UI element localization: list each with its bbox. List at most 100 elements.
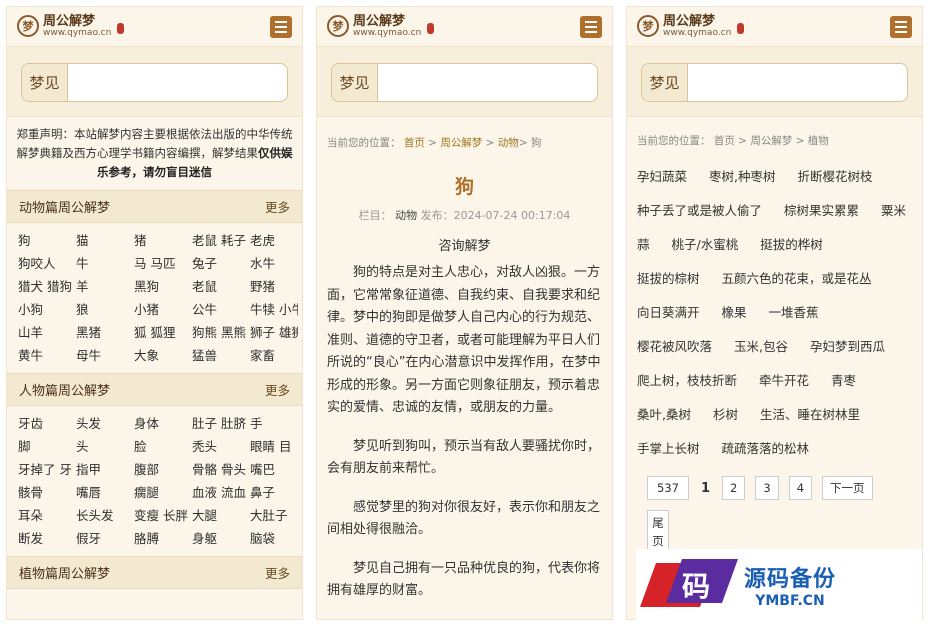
menu-button[interactable] [270,15,292,38]
dream-link[interactable]: 假牙 [76,527,134,550]
breadcrumb-home[interactable]: 首页 [714,135,735,147]
menu-button[interactable] [580,15,602,38]
breadcrumb-category[interactable]: 动物 [498,137,519,149]
search-input[interactable] [688,64,907,101]
breadcrumb-site[interactable]: 周公解梦 [440,137,482,149]
site-logo[interactable]: 梦 周公解梦 www.qymao.cn [17,15,125,38]
dream-link[interactable]: 胳膊 [134,527,192,550]
more-link[interactable]: 更多 [265,197,290,216]
dream-link[interactable]: 生活、睡在树林里 [760,404,860,423]
dream-link[interactable]: 蒜 [637,234,650,253]
dream-link[interactable]: 变瘦 长胖 [134,504,192,527]
dream-link[interactable]: 脑袋 [250,527,298,550]
dream-link[interactable]: 橡果 [722,302,747,321]
dream-link[interactable]: 断发 [18,527,76,550]
dream-link[interactable]: 黄牛 [18,344,76,367]
dream-link[interactable]: 瘸腿 [134,481,192,504]
dream-link[interactable]: 脚 [18,435,76,458]
dream-link[interactable]: 狼 [76,298,134,321]
dream-link[interactable]: 挺拔的棕树 [637,268,700,287]
dream-link[interactable]: 血液 流血 [192,481,250,504]
dream-link[interactable]: 枣树,种枣树 [709,166,775,185]
dream-link[interactable]: 牵牛开花 [759,370,809,389]
page-link[interactable]: 3 [755,476,779,500]
last-page-button[interactable]: 尾页 [647,510,669,554]
dream-link[interactable]: 狮子 雄狮 [250,321,298,344]
dream-link[interactable]: 棕树果实累累 [784,200,859,219]
dream-link[interactable]: 牙掉了 牙 [18,458,76,481]
more-link[interactable]: 更多 [265,563,290,582]
site-logo[interactable]: 梦 周公解梦 www.qymao.cn [637,15,745,38]
dream-link[interactable]: 肚子 肚脐 [192,412,250,435]
dream-link[interactable]: 大腿 [192,504,250,527]
dream-link[interactable]: 耳朵 [18,504,76,527]
dream-link[interactable]: 牙齿 [18,412,76,435]
dream-link[interactable]: 秃头 [192,435,250,458]
dream-link[interactable]: 一堆香蕉 [769,302,819,321]
dream-link[interactable]: 老虎 [250,229,298,252]
dream-link[interactable]: 羊 [76,275,134,298]
dream-link[interactable]: 黑狗 [134,275,192,298]
dream-link[interactable]: 折断樱花树枝 [798,166,873,185]
dream-link[interactable]: 马 马匹 [134,252,192,275]
dream-link[interactable]: 挺拔的桦树 [760,234,823,253]
breadcrumb-site[interactable]: 周公解梦 [750,135,792,147]
dream-link[interactable]: 黑猪 [76,321,134,344]
dream-link[interactable]: 狗熊 黑熊 [192,321,250,344]
more-link[interactable]: 更多 [265,380,290,399]
dream-link[interactable]: 骸骨 [18,481,76,504]
dream-link[interactable]: 水牛 [250,252,298,275]
breadcrumb-home[interactable]: 首页 [404,137,425,149]
dream-link[interactable]: 狗 [18,229,76,252]
dream-link[interactable]: 孕妇梦到西瓜 [810,336,885,355]
search-input[interactable] [378,64,597,101]
dream-link[interactable]: 手掌上长树 [637,438,700,457]
dream-link[interactable]: 桃子/水蜜桃 [672,234,739,253]
dream-link[interactable]: 骨骼 骨头 [192,458,250,481]
dream-link[interactable]: 粟米 [881,200,906,219]
dream-link[interactable]: 桑叶,桑树 [637,404,691,423]
dream-link[interactable]: 头发 [76,412,134,435]
dream-link[interactable]: 嘴唇 [76,481,134,504]
dream-link[interactable]: 老鼠 耗子 [192,229,250,252]
meta-category[interactable]: 动物 [395,209,417,222]
dream-link[interactable]: 家畜 [250,344,298,367]
dream-link[interactable]: 大肚子 [250,504,298,527]
dream-link[interactable]: 狗咬人 [18,252,76,275]
dream-link[interactable]: 鼻子 [250,481,298,504]
site-logo[interactable]: 梦 周公解梦 www.qymao.cn [327,15,435,38]
dream-link[interactable]: 猪 [134,229,192,252]
dream-link[interactable]: 爬上树，枝枝折断 [637,370,737,389]
dream-link[interactable]: 疏疏落落的松林 [722,438,810,457]
dream-link[interactable]: 嘴巴 [250,458,298,481]
dream-link[interactable]: 山羊 [18,321,76,344]
page-link[interactable]: 4 [788,476,813,500]
dream-link[interactable]: 兔子 [192,252,250,275]
dream-link[interactable]: 向日葵满开 [637,302,700,321]
dream-link[interactable]: 老鼠 [192,275,250,298]
menu-button[interactable] [890,15,912,38]
dream-link[interactable]: 母牛 [76,344,134,367]
dream-link[interactable]: 猎犬 猎狗 [18,275,76,298]
dream-link[interactable]: 野猪 [250,275,298,298]
dream-link[interactable]: 牛 [76,252,134,275]
article-subtitle[interactable]: 咨询解梦 [317,235,612,254]
page-link[interactable]: 2 [722,476,746,500]
dream-link[interactable]: 头 [76,435,134,458]
dream-link[interactable]: 大象 [134,344,192,367]
dream-link[interactable]: 孕妇蔬菜 [637,166,687,185]
dream-link[interactable]: 脸 [134,435,192,458]
dream-link[interactable]: 身体 [134,412,192,435]
next-page-button[interactable]: 下一页 [822,476,873,500]
dream-link[interactable]: 公牛 [192,298,250,321]
dream-link[interactable]: 腹部 [134,458,192,481]
dream-link[interactable]: 五颜六色的花束，或是花丛 [722,268,872,287]
dream-link[interactable]: 樱花被风吹落 [637,336,712,355]
dream-link[interactable]: 猫 [76,229,134,252]
dream-link[interactable]: 身躯 [192,527,250,550]
dream-link[interactable]: 小狗 [18,298,76,321]
dream-link[interactable]: 青枣 [831,370,856,389]
search-input[interactable] [68,64,287,101]
dream-link[interactable]: 猛兽 [192,344,250,367]
dream-link[interactable]: 玉米,包谷 [734,336,788,355]
